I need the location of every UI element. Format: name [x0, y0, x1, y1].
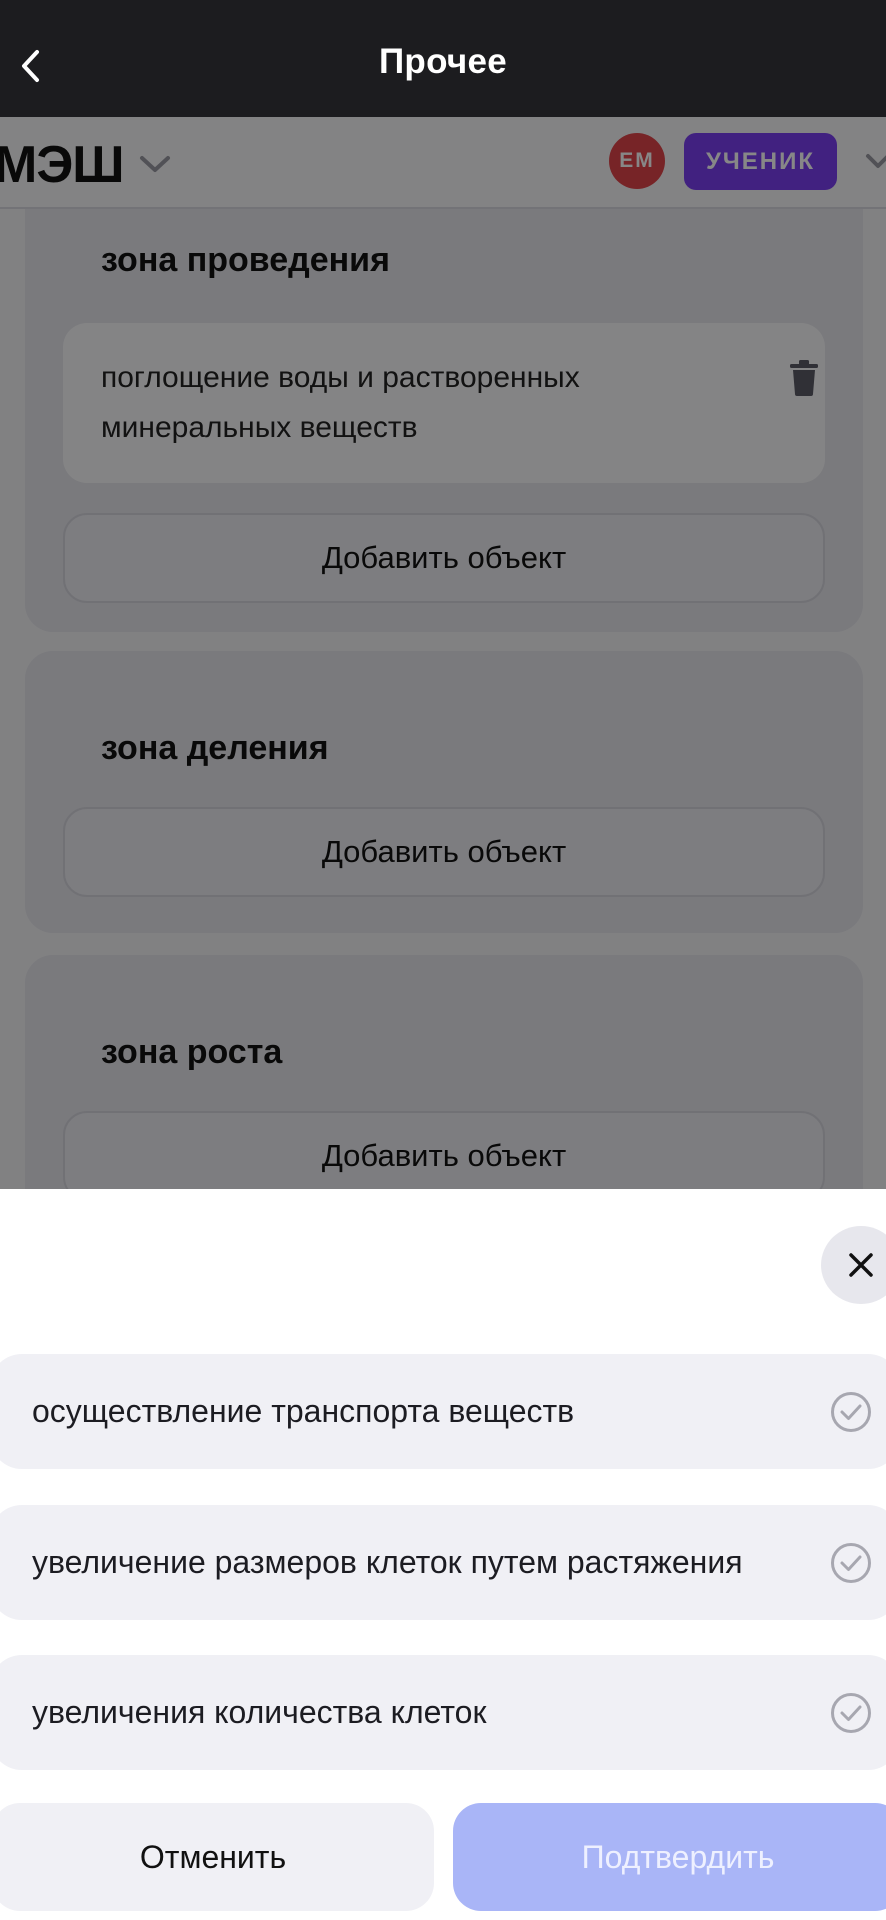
chevron-down-icon[interactable]	[138, 153, 172, 175]
option-label: увеличения количества клеток	[32, 1694, 487, 1730]
zone-item: поглощение воды и растворенных минеральн…	[63, 323, 825, 483]
option-label: осуществление транспорта веществ	[32, 1393, 575, 1429]
option-label: увеличение размеров клеток путем растяже…	[32, 1544, 743, 1580]
zone-title: зона роста	[101, 1033, 283, 1071]
add-object-button[interactable]: Добавить объект	[63, 1111, 825, 1189]
app-logo[interactable]: МЭШ	[0, 135, 125, 195]
option-item[interactable]: осуществление транспорта веществ	[0, 1354, 886, 1469]
chevron-down-icon[interactable]	[864, 152, 886, 172]
option-item[interactable]: увеличения количества клеток	[0, 1655, 886, 1770]
user-avatar[interactable]: ЕМ	[609, 133, 665, 189]
cancel-button[interactable]: Отменить	[0, 1803, 434, 1911]
trash-icon[interactable]	[788, 359, 820, 397]
zone-card: зона деления Добавить объект	[25, 651, 863, 933]
role-badge[interactable]: УЧЕНИК	[684, 133, 837, 190]
check-circle-icon	[831, 1392, 871, 1432]
add-object-button[interactable]: Добавить объект	[63, 513, 825, 603]
add-object-button[interactable]: Добавить объект	[63, 807, 825, 897]
option-item[interactable]: увеличение размеров клеток путем растяже…	[0, 1505, 886, 1620]
confirm-button[interactable]: Подтвердить	[453, 1803, 886, 1911]
zone-card: зона проведения поглощение воды и раство…	[25, 209, 863, 632]
zone-item-text: поглощение воды и растворенных минеральн…	[101, 361, 580, 444]
zone-card: зона роста Добавить объект	[25, 955, 863, 1189]
zone-title: зона проведения	[101, 241, 390, 279]
close-icon	[849, 1253, 873, 1277]
page-title: Прочее	[378, 42, 508, 81]
zone-title: зона деления	[101, 729, 329, 767]
check-circle-icon	[831, 1693, 871, 1733]
close-button[interactable]	[821, 1226, 886, 1304]
check-circle-icon	[831, 1543, 871, 1583]
zones-list: зона проведения поглощение воды и раство…	[0, 209, 886, 1189]
top-navigation-bar: Прочее	[0, 0, 886, 117]
